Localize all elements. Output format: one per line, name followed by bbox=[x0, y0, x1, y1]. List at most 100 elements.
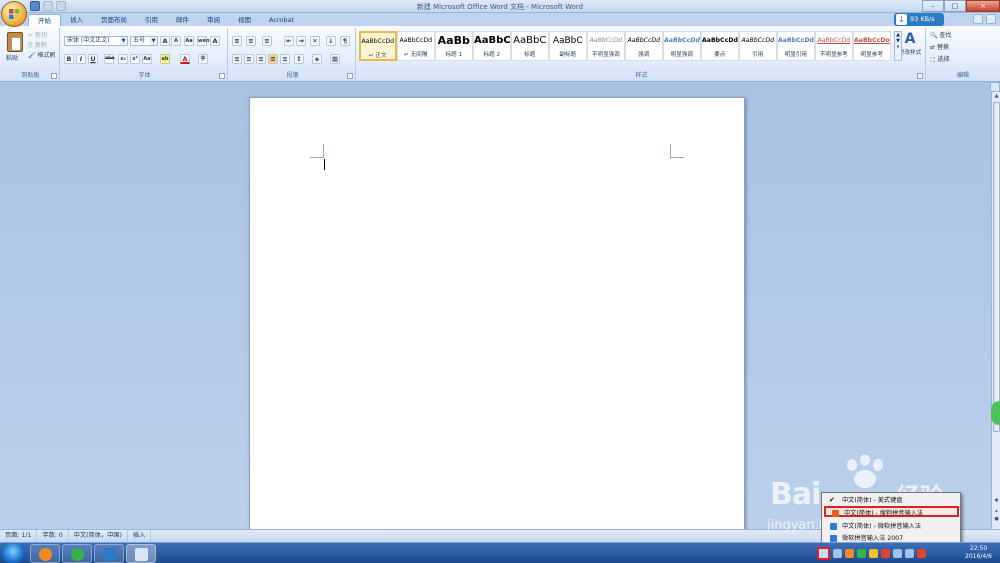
paste-button[interactable]: 粘贴 bbox=[6, 54, 18, 64]
shrink-font-button[interactable]: A bbox=[171, 36, 181, 46]
justify-icon[interactable]: ≡ bbox=[268, 54, 278, 64]
style-2[interactable]: AaBb 标题 1 bbox=[435, 31, 473, 61]
style-7[interactable]: AaBbCcDd 强调 bbox=[625, 31, 663, 61]
tab-acrobat[interactable]: Acrobat bbox=[260, 14, 303, 26]
ime-item-microsoft-pinyin[interactable]: 中文(简体) - 微软拼音输入法 bbox=[824, 521, 959, 532]
tab-page-layout[interactable]: 页面布局 bbox=[92, 14, 136, 26]
find-button[interactable]: 🔍 查找 bbox=[930, 31, 951, 41]
clear-format-button[interactable]: Aa bbox=[184, 36, 194, 46]
language-indicator[interactable]: 中文(简体，中国) bbox=[69, 530, 128, 542]
office-button[interactable] bbox=[1, 1, 27, 27]
page-count[interactable]: 页面: 1/1 bbox=[0, 530, 38, 542]
italic-button[interactable]: I bbox=[76, 54, 86, 64]
network-speed-badge[interactable]: ↓ 93 KB/s bbox=[894, 13, 944, 26]
paste-icon[interactable] bbox=[7, 32, 23, 52]
align-center-icon[interactable]: ≡ bbox=[244, 54, 254, 64]
style-5[interactable]: AaBbC 副标题 bbox=[549, 31, 587, 61]
ruler-toggle[interactable] bbox=[990, 82, 1000, 92]
ime-item-sogou[interactable]: 中文(简体) - 搜狗拼音输入法 bbox=[824, 506, 959, 517]
font-color-button[interactable]: A bbox=[180, 54, 190, 64]
bullets-icon[interactable]: ≡ bbox=[232, 36, 242, 46]
taskbar-app-3[interactable] bbox=[94, 544, 124, 563]
distributed-icon[interactable]: ≡ bbox=[280, 54, 290, 64]
taskbar-app-1[interactable] bbox=[30, 544, 60, 563]
tab-references[interactable]: 引用 bbox=[136, 14, 167, 26]
style-10[interactable]: AaBbCcDd 引用 bbox=[739, 31, 777, 61]
change-case-button[interactable]: Aa bbox=[142, 54, 152, 64]
shading-icon[interactable]: ◈ bbox=[312, 54, 322, 64]
phonetic-guide-button[interactable]: wén bbox=[197, 36, 210, 46]
tray-icon[interactable] bbox=[869, 549, 878, 558]
prev-page-icon[interactable]: ▴ bbox=[993, 508, 1000, 515]
styles-launcher-icon[interactable] bbox=[917, 73, 923, 79]
scroll-up-icon[interactable]: ▲ bbox=[993, 93, 1000, 100]
volume-icon[interactable] bbox=[905, 549, 914, 558]
font-family-combo[interactable]: 宋体 (中文正文) ▼ bbox=[64, 36, 128, 46]
show-marks-icon[interactable]: ¶ bbox=[340, 36, 350, 46]
style-8[interactable]: AaBbCcDd 明显强调 bbox=[663, 31, 701, 61]
font-size-combo[interactable]: 五号 ▼ bbox=[130, 36, 158, 46]
style-9[interactable]: AaBbCcDd 要点 bbox=[701, 31, 739, 61]
paragraph-launcher-icon[interactable] bbox=[347, 73, 353, 79]
align-left-icon[interactable]: ≡ bbox=[232, 54, 242, 64]
borders-icon[interactable]: ▦ bbox=[330, 54, 340, 64]
taskbar-word[interactable] bbox=[126, 544, 156, 563]
help-icon[interactable] bbox=[986, 14, 996, 24]
cut-button[interactable]: ✂ 剪切 bbox=[28, 31, 47, 41]
format-painter-button[interactable]: 🖌 格式刷 bbox=[28, 51, 56, 61]
tray-icon[interactable] bbox=[857, 549, 866, 558]
superscript-button[interactable]: x² bbox=[130, 54, 140, 64]
style-12[interactable]: AaBbCcDd 不明显参考 bbox=[815, 31, 853, 61]
scroll-down-icon[interactable]: ▼ bbox=[993, 498, 1000, 505]
tab-review[interactable]: 审阅 bbox=[198, 14, 229, 26]
vertical-scrollbar[interactable]: ▲ ▼ ▴ ● bbox=[991, 92, 1000, 529]
close-button[interactable]: × bbox=[966, 0, 1000, 12]
subscript-button[interactable]: x₂ bbox=[118, 54, 128, 64]
word-count[interactable]: 字数: 0 bbox=[37, 530, 69, 542]
maximize-button[interactable]: □ bbox=[944, 0, 966, 12]
tray-icon[interactable] bbox=[833, 549, 842, 558]
style-4[interactable]: AaBbC 标题 bbox=[511, 31, 549, 61]
taskbar-app-2[interactable] bbox=[62, 544, 92, 563]
style-0[interactable]: AaBbCcDd ↵ 正文 bbox=[359, 31, 397, 61]
style-3[interactable]: AaBbC 标题 2 bbox=[473, 31, 511, 61]
action-center-icon[interactable] bbox=[917, 549, 926, 558]
multilevel-list-icon[interactable]: ≡ bbox=[262, 36, 272, 46]
select-browse-icon[interactable]: ● bbox=[993, 516, 1000, 523]
insert-mode[interactable]: 插入 bbox=[128, 530, 152, 542]
enclose-characters-button[interactable]: 字 bbox=[198, 54, 208, 64]
character-border-button[interactable]: A bbox=[210, 36, 220, 46]
document-page[interactable] bbox=[249, 97, 745, 529]
font-launcher-icon[interactable] bbox=[219, 73, 225, 79]
style-13[interactable]: AaBbCcDo 明显参考 bbox=[853, 31, 891, 61]
tab-insert[interactable]: 插入 bbox=[61, 14, 92, 26]
replace-button[interactable]: ⇄ 替换 bbox=[930, 43, 949, 53]
minimize-button[interactable]: – bbox=[922, 0, 944, 12]
underline-button[interactable]: U bbox=[88, 54, 98, 64]
network-tray-icon[interactable] bbox=[893, 549, 902, 558]
decrease-indent-icon[interactable]: ⇤ bbox=[284, 36, 294, 46]
strikethrough-button[interactable]: abe bbox=[104, 54, 114, 64]
ime-item-us-keyboard[interactable]: ✔ 中文(简体) - 美式键盘 bbox=[824, 495, 959, 506]
tab-mailings[interactable]: 邮件 bbox=[167, 14, 198, 26]
highlight-button[interactable]: ab bbox=[160, 54, 170, 64]
style-11[interactable]: AaBbCcDd 明显引用 bbox=[777, 31, 815, 61]
increase-indent-icon[interactable]: ⇥ bbox=[296, 36, 306, 46]
align-right-icon[interactable]: ≡ bbox=[256, 54, 266, 64]
tray-icon[interactable] bbox=[845, 549, 854, 558]
grow-font-button[interactable]: A bbox=[160, 36, 170, 46]
tab-view[interactable]: 视图 bbox=[229, 14, 260, 26]
line-spacing-icon[interactable]: ↕ bbox=[294, 54, 304, 64]
tab-home[interactable]: 开始 bbox=[28, 14, 61, 26]
gallery-scroll[interactable]: ▲ ▼ ▾ bbox=[894, 31, 902, 61]
clipboard-launcher-icon[interactable] bbox=[51, 73, 57, 79]
style-6[interactable]: AaBbCcDd 不明显强调 bbox=[587, 31, 625, 61]
ime-tray-icon[interactable] bbox=[817, 547, 830, 560]
floating-gadget[interactable] bbox=[991, 401, 1000, 425]
bold-button[interactable]: B bbox=[64, 54, 74, 64]
system-clock[interactable]: 22:50 2016/4/6 bbox=[965, 545, 992, 561]
chinese-layout-icon[interactable]: ✕ bbox=[310, 36, 320, 46]
scroll-thumb[interactable] bbox=[993, 102, 1000, 432]
copy-button[interactable]: ⎘ 复制 bbox=[28, 41, 47, 51]
sort-icon[interactable]: ↓ bbox=[326, 36, 336, 46]
